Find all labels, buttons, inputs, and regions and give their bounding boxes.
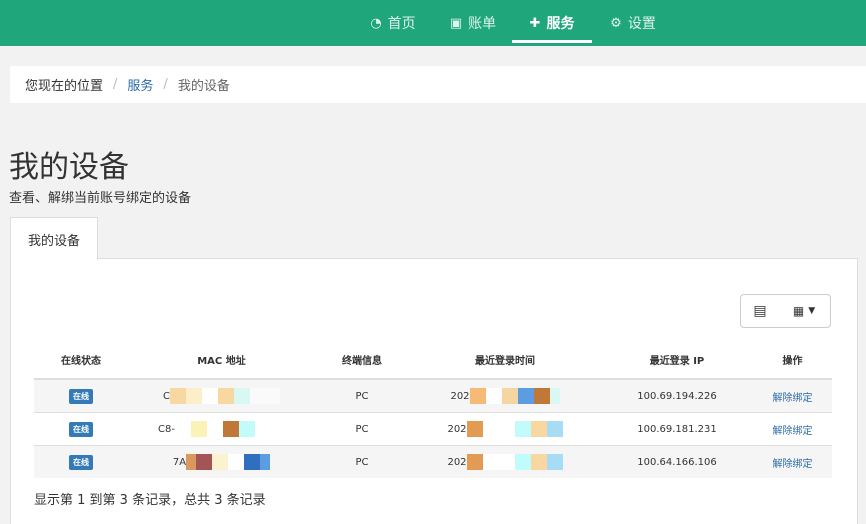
- status-badge: 在线: [69, 454, 93, 470]
- columns-dropdown-button[interactable]: ▦ ▼: [778, 294, 831, 328]
- col-login-time[interactable]: 最近登录时间: [409, 340, 601, 380]
- mac-address: C: [163, 388, 280, 404]
- tab-label: 我的设备: [27, 233, 80, 249]
- table-row: 在线 C PC 202 100.69.194.226 解除绑定: [34, 378, 832, 413]
- login-time: 202: [450, 388, 560, 404]
- col-login-ip[interactable]: 最近登录 IP: [601, 340, 753, 380]
- terminal-info: PC: [315, 445, 409, 478]
- dashboard-icon: ◔: [370, 15, 382, 31]
- unbind-link[interactable]: 解除绑定: [773, 393, 813, 404]
- grid-icon: ▦: [792, 304, 805, 318]
- status-badge: 在线: [69, 388, 93, 404]
- breadcrumb-prefix: 您现在的位置: [25, 79, 104, 94]
- breadcrumb-separator: /: [163, 77, 168, 92]
- login-ip: 100.64.166.106: [601, 445, 753, 478]
- nav-bill-label: 账单: [468, 16, 497, 32]
- nav-settings-label: 设置: [627, 16, 656, 32]
- breadcrumb: 您现在的位置 / 服务 / 我的设备: [10, 66, 866, 103]
- nav-home-label: 首页: [387, 16, 416, 32]
- unbind-link[interactable]: 解除绑定: [773, 459, 813, 470]
- top-nav-bar: ◔ 首页 ▣ 账单 ✚ 服务 ⚙ 设置: [0, 0, 866, 46]
- list-icon: ▤: [753, 303, 767, 319]
- mac-address: 7A: [173, 454, 271, 470]
- nav-settings[interactable]: ⚙ 设置: [604, 0, 662, 46]
- login-ip: 100.69.194.226: [601, 378, 753, 413]
- caret-down-icon: ▼: [808, 306, 816, 316]
- tab-my-devices[interactable]: 我的设备: [10, 217, 98, 260]
- list-view-button[interactable]: ▤: [740, 294, 780, 328]
- col-mac[interactable]: MAC 地址: [128, 340, 315, 380]
- nav-home[interactable]: ◔ 首页: [364, 0, 422, 46]
- breadcrumb-current: 我的设备: [177, 79, 230, 94]
- status-badge: 在线: [69, 421, 93, 437]
- unbind-link[interactable]: 解除绑定: [773, 426, 813, 437]
- login-ip: 100.69.181.231: [601, 412, 753, 446]
- terminal-info: PC: [315, 378, 409, 413]
- table-header-row: 在线状态 MAC 地址 终端信息 最近登录时间 最近登录 IP 操作: [34, 340, 832, 380]
- bill-icon: ▣: [449, 15, 463, 31]
- table-row: 在线 7A PC 202 100.64.166.106 解除绑定: [34, 445, 832, 478]
- nav-service[interactable]: ✚ 服务: [512, 0, 592, 46]
- login-time: 202: [447, 421, 563, 437]
- gear-icon: ⚙: [610, 15, 622, 31]
- mac-address: C8-: [158, 421, 285, 437]
- puzzle-icon: ✚: [529, 15, 541, 31]
- page-subtitle: 查看、解绑当前账号绑定的设备: [9, 191, 192, 206]
- col-status[interactable]: 在线状态: [34, 340, 128, 380]
- login-time: 202: [447, 454, 563, 470]
- nav-service-label: 服务: [546, 16, 575, 32]
- pagination-info: 显示第 1 到第 3 条记录，总共 3 条记录: [34, 493, 266, 508]
- devices-table: 在线状态 MAC 地址 终端信息 最近登录时间 最近登录 IP 操作 在线 C …: [34, 340, 832, 478]
- breadcrumb-service-link[interactable]: 服务: [127, 75, 153, 94]
- table-row: 在线 C8- PC 202 100.69.181.231 解除绑定: [34, 412, 832, 446]
- terminal-info: PC: [315, 412, 409, 446]
- breadcrumb-separator: /: [113, 77, 118, 92]
- col-terminal[interactable]: 终端信息: [315, 340, 409, 380]
- page-title: 我的设备: [9, 150, 129, 185]
- col-action: 操作: [753, 340, 832, 380]
- nav-bill[interactable]: ▣ 账单: [444, 0, 502, 46]
